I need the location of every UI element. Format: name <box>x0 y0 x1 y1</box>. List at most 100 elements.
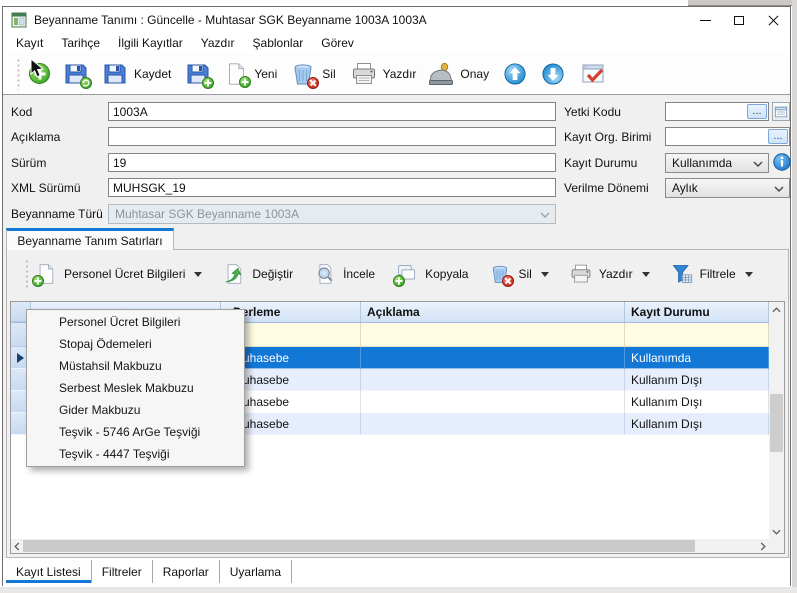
menu-gorev[interactable]: Görev <box>312 34 363 52</box>
save-label: Kaydet <box>134 67 171 81</box>
verilme-donemi-select[interactable]: Aylık <box>665 178 790 198</box>
approve-label: Onay <box>460 67 489 81</box>
menu-sablonlar[interactable]: Şablonlar <box>244 34 313 52</box>
window-icon <box>11 12 27 28</box>
menu-kayit[interactable]: Kayıt <box>7 34 52 52</box>
new-button[interactable]: Yeni <box>224 62 277 86</box>
menu-item-stopaj-odemeleri[interactable]: Stopaj Ödemeleri <box>27 333 244 355</box>
toolbar-gripper[interactable] <box>16 58 21 90</box>
bottom-tabs: Kayıt Listesi Filtreler Raporlar Uyarlam… <box>6 560 292 583</box>
vertical-scrollbar[interactable] <box>769 302 784 539</box>
filter-cell[interactable] <box>361 323 625 347</box>
grid-header-kayit-durumu[interactable]: Kayıt Durumu <box>625 302 769 322</box>
main-toolbar: Kaydet Yeni Sil Yaz <box>3 53 790 95</box>
chevron-down-icon <box>774 186 784 192</box>
cell-aciklama[interactable] <box>361 369 625 391</box>
approve-button[interactable]: Onay <box>428 61 489 87</box>
new-icon <box>224 62 248 86</box>
menu-item-tesvik-4447[interactable]: Teşvik - 4447 Teşviği <box>27 443 244 465</box>
filter-cell[interactable] <box>625 323 769 347</box>
tab-uyarlama[interactable]: Uyarlama <box>220 560 292 583</box>
cell-kayit-durumu[interactable]: Kullanımda <box>625 347 769 369</box>
cell-aciklama[interactable] <box>361 347 625 369</box>
aciklama-input[interactable] <box>108 127 556 146</box>
yetki-kodu-lookup-button[interactable]: ... <box>747 104 767 119</box>
dropdown-arrow-icon[interactable] <box>194 272 202 277</box>
cell-kayit-durumu[interactable]: Kullanım Dışı <box>625 413 769 435</box>
maximize-button[interactable] <box>722 7 756 33</box>
menu-item-personel-ucret-bilgileri[interactable]: Personel Ücret Bilgileri <box>27 311 244 333</box>
filter-button[interactable]: Filtrele <box>671 263 753 285</box>
x-badge-icon <box>502 275 514 287</box>
line-toolbar-gripper[interactable] <box>25 259 29 289</box>
print-line-icon <box>570 263 592 285</box>
horizontal-scrollbar[interactable] <box>11 539 769 553</box>
beyanname-turu-value: Muhtasar SGK Beyanname 1003A <box>115 207 299 221</box>
dropdown-arrow-icon[interactable] <box>642 272 650 277</box>
tab-label: Raporlar <box>163 565 209 579</box>
grid-header-aciklama[interactable]: Açıklama <box>361 302 625 322</box>
delete-line-button[interactable]: Sil <box>489 263 548 285</box>
kayit-org-birimi-lookup-button[interactable]: ... <box>768 129 788 144</box>
yetki-kodu-label: Yetki Kodu <box>564 105 621 119</box>
kod-input[interactable] <box>108 102 556 121</box>
yetki-kodu-editor-button[interactable] <box>772 102 790 121</box>
view-line-button[interactable]: İncele <box>314 263 375 285</box>
menu-ilgili-kayitlar[interactable]: İlgili Kayıtlar <box>109 34 192 52</box>
info-icon[interactable] <box>773 153 791 171</box>
menu-tarihce[interactable]: Tarihçe <box>52 34 109 52</box>
window-controls <box>688 7 790 33</box>
kayit-org-birimi-input[interactable]: ... <box>665 127 790 146</box>
move-down-button[interactable] <box>542 63 564 85</box>
copy-icon <box>396 263 418 285</box>
copy-line-button[interactable]: Kopyala <box>396 263 468 285</box>
delete-button[interactable]: Sil <box>290 61 335 87</box>
dropdown-arrow-icon[interactable] <box>541 272 549 277</box>
menu-item-gider-makbuzu[interactable]: Gider Makbuzu <box>27 399 244 421</box>
tab-kayit-listesi[interactable]: Kayıt Listesi <box>6 560 92 583</box>
filter-icon <box>671 263 693 285</box>
move-up-button[interactable] <box>504 63 526 85</box>
print-button[interactable]: Yazdır <box>351 61 417 87</box>
menu-item-tesvik-5746[interactable]: Teşvik - 5746 ArGe Teşviği <box>27 421 244 443</box>
save-refresh-button[interactable] <box>63 61 89 87</box>
close-button[interactable] <box>756 7 790 33</box>
cell-aciklama[interactable] <box>361 391 625 413</box>
scroll-down-icon[interactable] <box>769 524 784 539</box>
scroll-left-icon[interactable] <box>11 539 23 553</box>
scroll-right-icon[interactable] <box>757 539 769 553</box>
edit-line-button[interactable]: Değiştir <box>223 263 293 285</box>
menu-item-mustahsil-makbuzu[interactable]: Müstahsil Makbuzu <box>27 355 244 377</box>
vertical-scroll-thumb[interactable] <box>770 394 783 452</box>
print-line-button[interactable]: Yazdır <box>570 263 650 285</box>
magnifier-icon <box>314 263 336 285</box>
horizontal-scroll-thumb[interactable] <box>23 540 695 552</box>
delete-line-label: Sil <box>518 267 531 281</box>
menu-item-serbest-meslek-makbuzu[interactable]: Serbest Meslek Makbuzu <box>27 377 244 399</box>
yetki-kodu-input[interactable]: ... <box>665 102 769 121</box>
xml-surumu-input[interactable] <box>108 178 556 197</box>
save-icon <box>102 61 128 87</box>
current-row-arrow-icon <box>17 353 24 363</box>
minimize-button[interactable] <box>688 7 722 33</box>
kayit-durumu-select[interactable]: Kullanımda <box>665 153 769 173</box>
tab-filtreler[interactable]: Filtreler <box>92 560 153 583</box>
tab-beyanname-tanim-satirlari[interactable]: Beyanname Tanım Satırları <box>6 228 174 250</box>
new-label: Yeni <box>254 67 277 81</box>
save-button[interactable]: Kaydet <box>102 61 171 87</box>
surum-input[interactable] <box>108 153 556 172</box>
save-new-button[interactable] <box>185 61 211 87</box>
print-label: Yazdır <box>383 67 417 81</box>
cell-kayit-durumu[interactable]: Kullanım Dışı <box>625 369 769 391</box>
cell-aciklama[interactable] <box>361 413 625 435</box>
insert-line-button[interactable]: Personel Ücret Bilgileri <box>35 263 202 285</box>
save-refresh-icon <box>63 61 89 87</box>
tab-raporlar[interactable]: Raporlar <box>153 560 220 583</box>
refresh-badge-icon <box>80 77 92 89</box>
cell-kayit-durumu[interactable]: Kullanım Dışı <box>625 391 769 413</box>
menu-yazdir[interactable]: Yazdır <box>192 34 244 52</box>
scroll-up-icon[interactable] <box>769 302 784 317</box>
app-window: Beyanname Tanımı : Güncelle - Muhtasar S… <box>2 6 791 586</box>
dropdown-arrow-icon[interactable] <box>745 272 753 277</box>
confirm-button[interactable] <box>580 61 606 87</box>
